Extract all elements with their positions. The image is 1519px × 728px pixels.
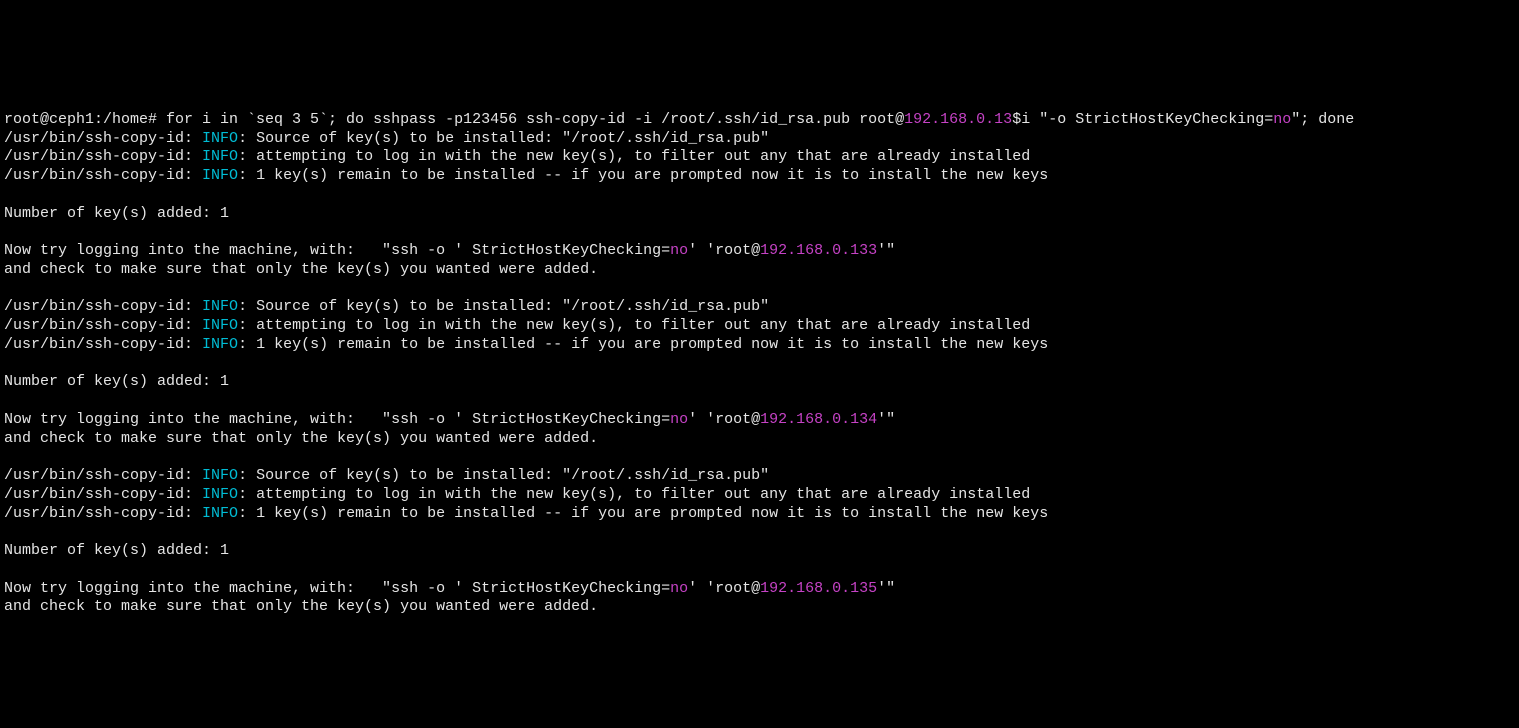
info-line: /usr/bin/ssh-copy-id: INFO: 1 key(s) rem… bbox=[4, 336, 1515, 355]
script-path: /usr/bin/ssh-copy-id: bbox=[4, 148, 202, 165]
added-text: Number of key(s) added: 1 bbox=[4, 205, 229, 222]
info-tag: INFO bbox=[202, 298, 238, 315]
info-msg: attempting to log in with the new key(s)… bbox=[256, 486, 1030, 503]
script-path: /usr/bin/ssh-copy-id: bbox=[4, 130, 202, 147]
info-line: /usr/bin/ssh-copy-id: INFO: 1 key(s) rem… bbox=[4, 505, 1515, 524]
colon: : bbox=[238, 336, 256, 353]
info-line: /usr/bin/ssh-copy-id: INFO: Source of ke… bbox=[4, 130, 1515, 149]
script-path: /usr/bin/ssh-copy-id: bbox=[4, 467, 202, 484]
try-suffix: '" bbox=[877, 242, 895, 259]
added-line: Number of key(s) added: 1 bbox=[4, 542, 1515, 561]
added-line: Number of key(s) added: 1 bbox=[4, 373, 1515, 392]
try-mid: ' 'root@ bbox=[688, 242, 760, 259]
info-msg: 1 key(s) remain to be installed -- if yo… bbox=[256, 167, 1048, 184]
info-line: /usr/bin/ssh-copy-id: INFO: Source of ke… bbox=[4, 467, 1515, 486]
script-path: /usr/bin/ssh-copy-id: bbox=[4, 505, 202, 522]
info-line: /usr/bin/ssh-copy-id: INFO: attempting t… bbox=[4, 486, 1515, 505]
info-tag: INFO bbox=[202, 167, 238, 184]
check-line: and check to make sure that only the key… bbox=[4, 598, 1515, 617]
no-keyword: no bbox=[670, 411, 688, 428]
script-path: /usr/bin/ssh-copy-id: bbox=[4, 298, 202, 315]
info-msg: 1 key(s) remain to be installed -- if yo… bbox=[256, 336, 1048, 353]
info-tag: INFO bbox=[202, 148, 238, 165]
no-keyword: no bbox=[670, 580, 688, 597]
ip-address: 192.168.0.134 bbox=[760, 411, 877, 428]
command-text: "; done bbox=[1291, 111, 1354, 128]
try-line: Now try logging into the machine, with: … bbox=[4, 242, 1515, 261]
colon: : bbox=[238, 505, 256, 522]
info-line: /usr/bin/ssh-copy-id: INFO: attempting t… bbox=[4, 317, 1515, 336]
check-text: and check to make sure that only the key… bbox=[4, 430, 598, 447]
check-line: and check to make sure that only the key… bbox=[4, 261, 1515, 280]
prompt-line: root@ceph1:/home# for i in `seq 3 5`; do… bbox=[4, 111, 1515, 130]
try-prefix: Now try logging into the machine, with: … bbox=[4, 242, 670, 259]
info-msg: Source of key(s) to be installed: "/root… bbox=[256, 467, 769, 484]
info-line: /usr/bin/ssh-copy-id: INFO: Source of ke… bbox=[4, 298, 1515, 317]
added-text: Number of key(s) added: 1 bbox=[4, 542, 229, 559]
shell-prompt: root@ceph1:/home# bbox=[4, 111, 166, 128]
info-line: /usr/bin/ssh-copy-id: INFO: attempting t… bbox=[4, 148, 1515, 167]
no-keyword: no bbox=[670, 242, 688, 259]
info-tag: INFO bbox=[202, 467, 238, 484]
command-text: $i "-o StrictHostKeyChecking= bbox=[1012, 111, 1273, 128]
info-msg: Source of key(s) to be installed: "/root… bbox=[256, 298, 769, 315]
info-line: /usr/bin/ssh-copy-id: INFO: 1 key(s) rem… bbox=[4, 167, 1515, 186]
colon: : bbox=[238, 130, 256, 147]
info-tag: INFO bbox=[202, 486, 238, 503]
try-suffix: '" bbox=[877, 580, 895, 597]
ip-address: 192.168.0.133 bbox=[760, 242, 877, 259]
info-msg: Source of key(s) to be installed: "/root… bbox=[256, 130, 769, 147]
colon: : bbox=[238, 167, 256, 184]
info-tag: INFO bbox=[202, 130, 238, 147]
script-path: /usr/bin/ssh-copy-id: bbox=[4, 336, 202, 353]
info-tag: INFO bbox=[202, 336, 238, 353]
no-keyword: no bbox=[1273, 111, 1291, 128]
try-line: Now try logging into the machine, with: … bbox=[4, 411, 1515, 430]
added-line: Number of key(s) added: 1 bbox=[4, 205, 1515, 224]
script-path: /usr/bin/ssh-copy-id: bbox=[4, 317, 202, 334]
colon: : bbox=[238, 298, 256, 315]
ip-address: 192.168.0.135 bbox=[760, 580, 877, 597]
colon: : bbox=[238, 467, 256, 484]
try-line: Now try logging into the machine, with: … bbox=[4, 580, 1515, 599]
script-path: /usr/bin/ssh-copy-id: bbox=[4, 167, 202, 184]
colon: : bbox=[238, 148, 256, 165]
colon: : bbox=[238, 486, 256, 503]
try-suffix: '" bbox=[877, 411, 895, 428]
try-prefix: Now try logging into the machine, with: … bbox=[4, 580, 670, 597]
added-text: Number of key(s) added: 1 bbox=[4, 373, 229, 390]
info-tag: INFO bbox=[202, 505, 238, 522]
command-text: for i in `seq 3 5`; do sshpass -p123456 … bbox=[166, 111, 904, 128]
check-text: and check to make sure that only the key… bbox=[4, 598, 598, 615]
info-msg: attempting to log in with the new key(s)… bbox=[256, 317, 1030, 334]
try-prefix: Now try logging into the machine, with: … bbox=[4, 411, 670, 428]
info-msg: attempting to log in with the new key(s)… bbox=[256, 148, 1030, 165]
script-path: /usr/bin/ssh-copy-id: bbox=[4, 486, 202, 503]
try-mid: ' 'root@ bbox=[688, 411, 760, 428]
check-text: and check to make sure that only the key… bbox=[4, 261, 598, 278]
colon: : bbox=[238, 317, 256, 334]
ip-prefix: 192.168.0.13 bbox=[904, 111, 1012, 128]
try-mid: ' 'root@ bbox=[688, 580, 760, 597]
check-line: and check to make sure that only the key… bbox=[4, 430, 1515, 449]
terminal-output: root@ceph1:/home# for i in `seq 3 5`; do… bbox=[0, 109, 1519, 619]
info-tag: INFO bbox=[202, 317, 238, 334]
info-msg: 1 key(s) remain to be installed -- if yo… bbox=[256, 505, 1048, 522]
